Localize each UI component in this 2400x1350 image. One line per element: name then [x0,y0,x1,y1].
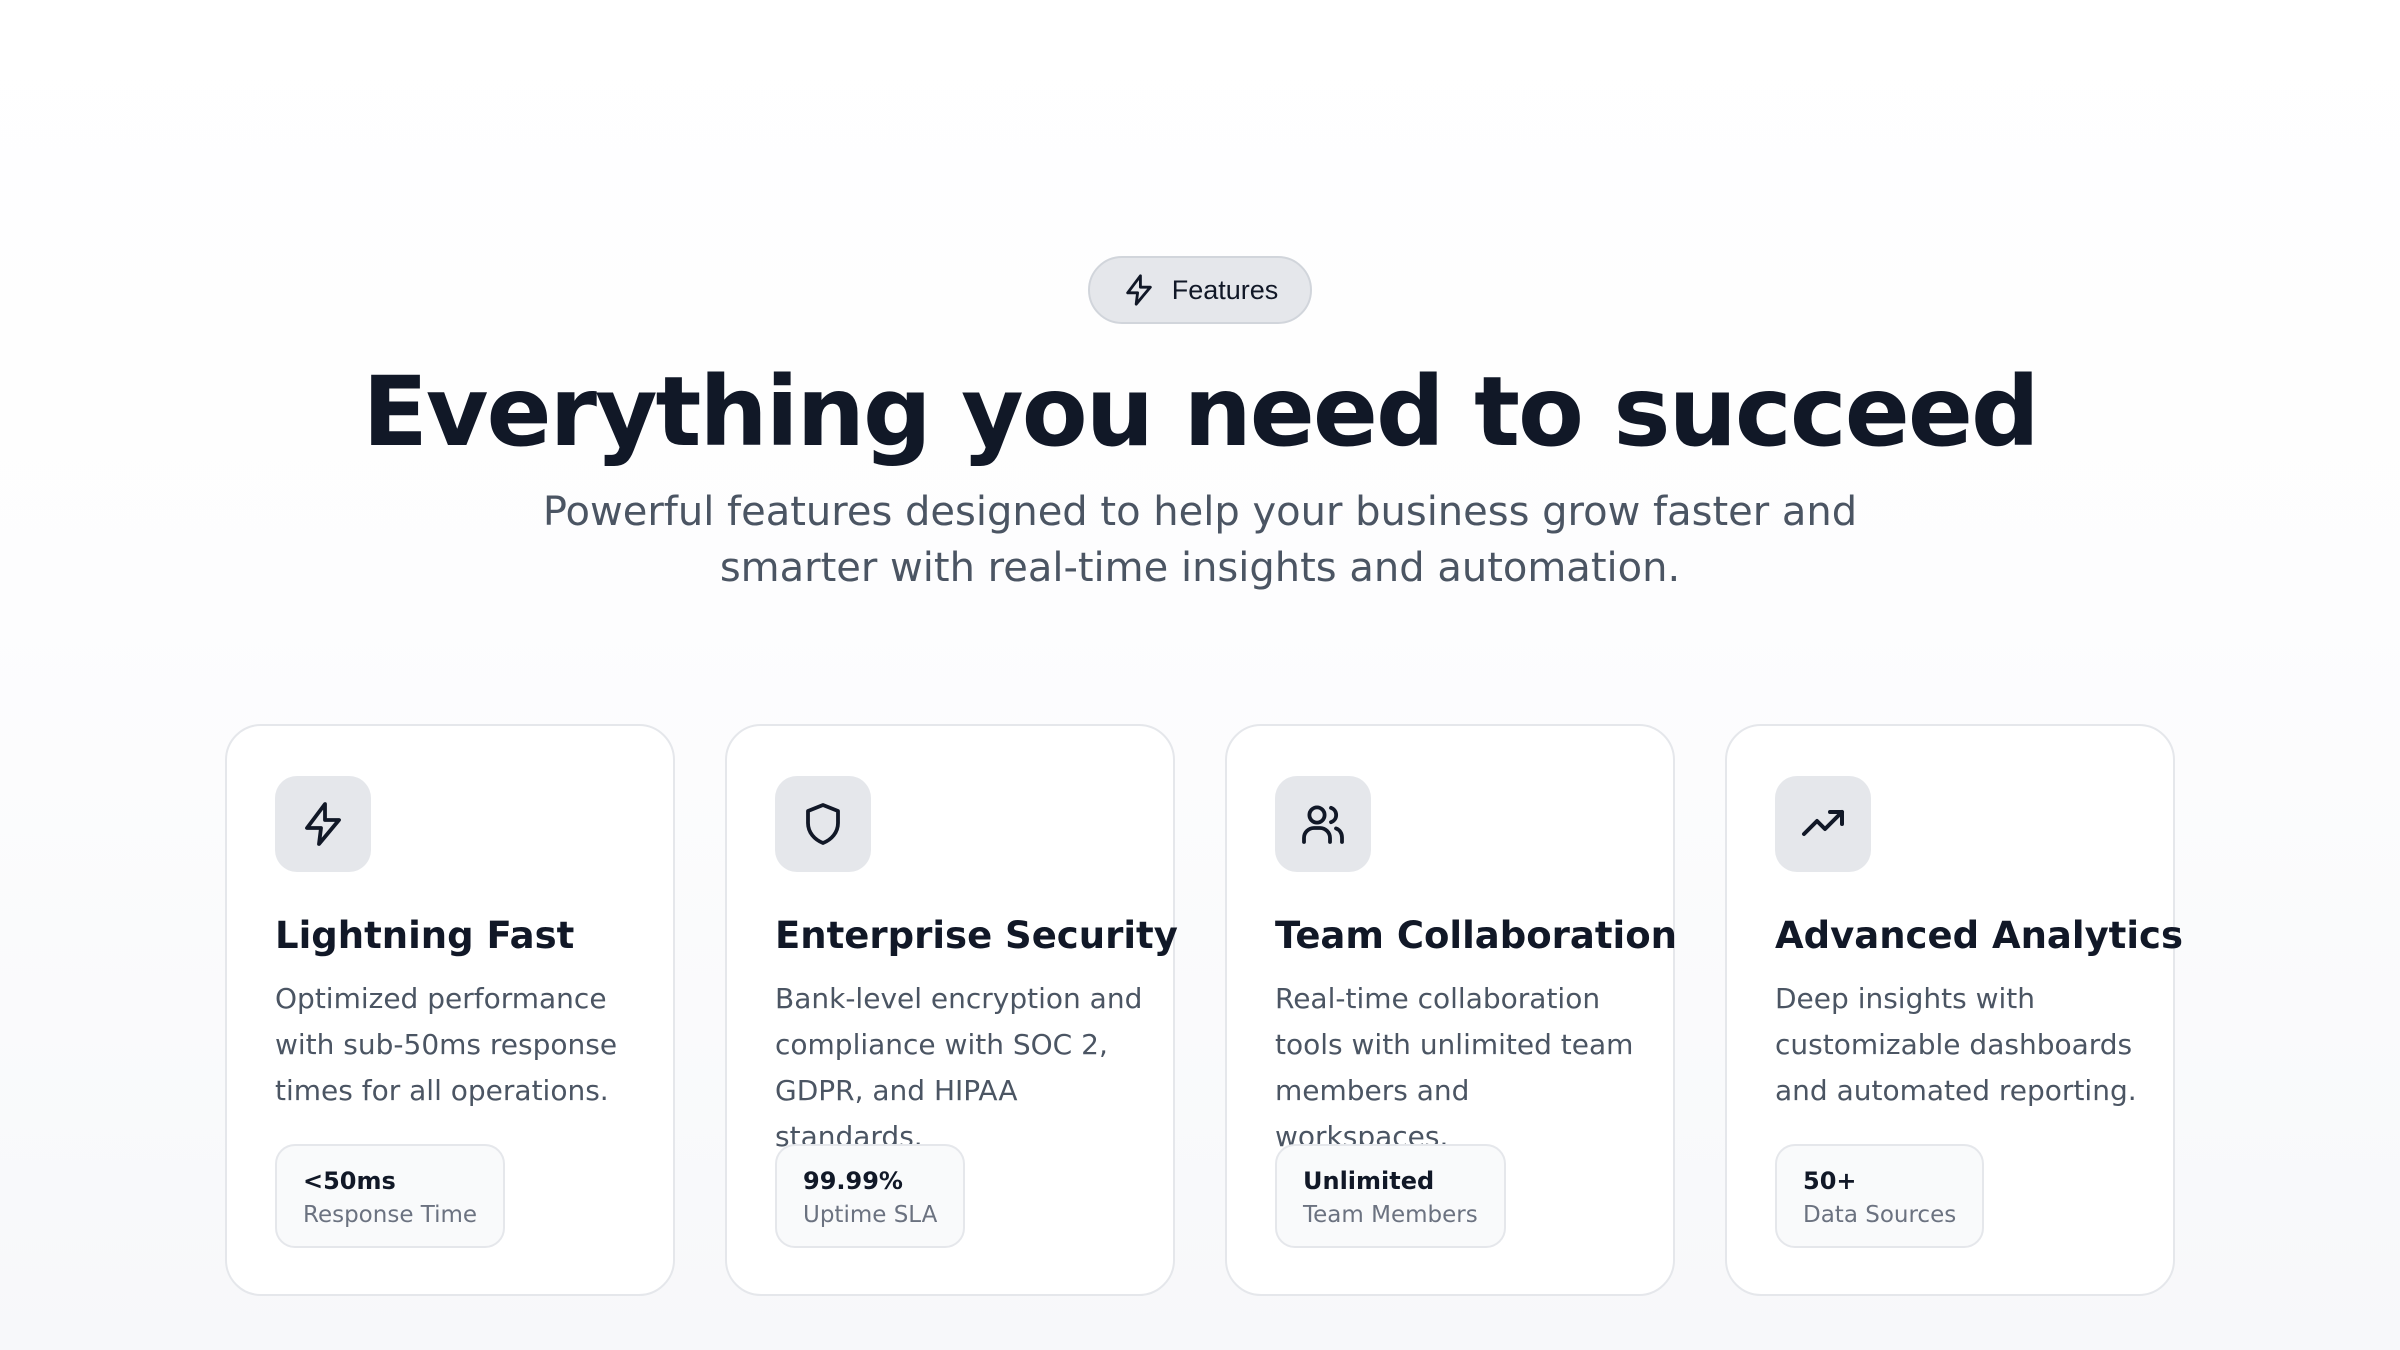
feature-card-description: Deep insights with customizable dashboar… [1775,982,2137,1107]
feature-card-advanced-analytics: Advanced Analytics Deep insights with cu… [1725,724,2184,1296]
feature-card-description: Real-time collaboration tools with unlim… [1275,982,1634,1153]
stat-label: Response Time [303,1202,478,1228]
features-badge: Features [1088,256,1312,324]
feature-card-lightning-fast: Lightning Fast Optimized performance wit… [225,724,675,1296]
feature-cards: Lightning Fast Optimized performance wit… [225,724,2184,1296]
features-section: Features Everything you need to succeed … [0,0,2400,1350]
stat-value: 50+ [1803,1167,1857,1195]
trending-up-icon [1775,776,1871,872]
feature-card-title: Team Collaboration [1275,914,1677,957]
stat-value: 99.99% [803,1167,903,1195]
feature-card-stat: 99.99% Uptime SLA [775,1144,966,1248]
feature-card-stat: <50ms Response Time [275,1144,506,1248]
stat-value: Unlimited [1303,1167,1435,1195]
lightning-icon [1122,273,1156,307]
feature-card-stat: 50+ Data Sources [1775,1144,1985,1248]
lightning-icon [275,776,371,872]
stat-value: <50ms [303,1167,396,1195]
shield-icon [775,776,871,872]
feature-card-title: Enterprise Security [775,914,1178,957]
feature-card-stat: Unlimited Team Members [1275,1144,1506,1248]
users-icon [1275,776,1371,872]
stat-label: Uptime SLA [803,1202,938,1228]
feature-card-title: Advanced Analytics [1775,914,2184,957]
feature-card-team-collaboration: Team Collaboration Real-time collaborati… [1225,724,1677,1296]
feature-card-description: Optimized performance with sub-50ms resp… [275,982,618,1107]
stat-label: Data Sources [1803,1202,1957,1228]
feature-card-title: Lightning Fast [275,914,575,957]
feature-card-description: Bank-level encryption and compliance wit… [775,982,1143,1153]
section-heading: Everything you need to succeed [362,356,2039,468]
feature-card-enterprise-security: Enterprise Security Bank-level encryptio… [725,724,1178,1296]
stat-label: Team Members [1303,1202,1478,1228]
section-subheading: Powerful features designed to help your … [542,489,1858,591]
features-badge-label: Features [1171,274,1279,305]
